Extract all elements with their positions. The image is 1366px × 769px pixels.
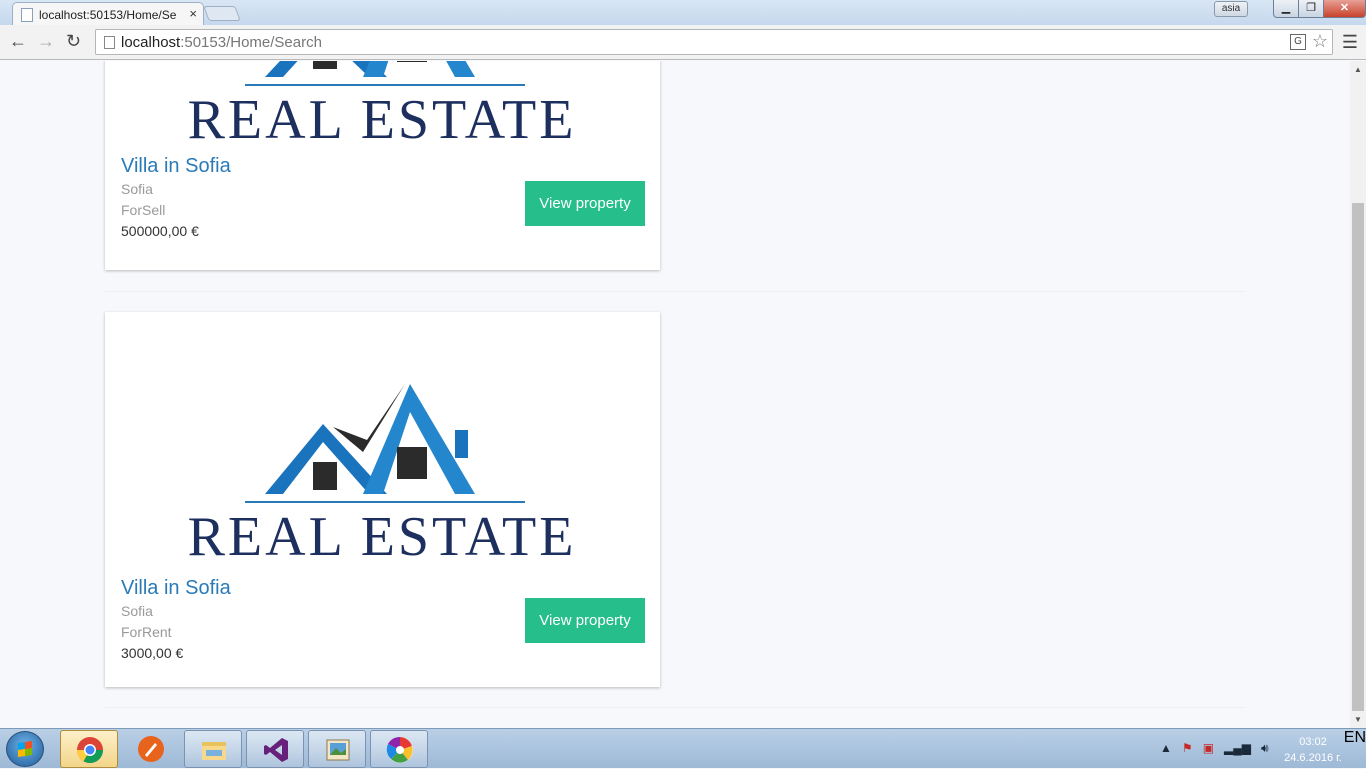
system-clock[interactable]: 03:02 24.6.2016 г. [1280, 734, 1346, 766]
tab-close-icon[interactable]: × [189, 6, 197, 21]
taskbar-rocket[interactable] [122, 730, 180, 768]
file-explorer-icon [202, 742, 226, 760]
start-button[interactable] [6, 731, 44, 767]
network-signal-icon: ▂▄▆ [1224, 741, 1252, 755]
real-estate-logo-icon: REAL ESTATE [188, 61, 577, 145]
window-close-button[interactable]: ✕ [1323, 0, 1366, 18]
listing-city: Sofia [121, 181, 153, 197]
show-hidden-icons-icon: ▲ [1160, 741, 1172, 755]
listing-title[interactable]: Villa in Sofia [121, 155, 231, 178]
photo-viewer-icon [326, 739, 350, 761]
taskbar-photo-viewer[interactable] [308, 730, 366, 768]
security-icon: ▣ [1202, 741, 1215, 755]
svg-text:REAL ESTATE: REAL ESTATE [188, 89, 577, 145]
property-card: REAL ESTATE Villa in Sofia Sofia ForSell… [105, 61, 660, 270]
listing-title[interactable]: Villa in Sofia [121, 577, 231, 600]
page-favicon-icon [21, 8, 33, 22]
listing-status: ForSell [121, 202, 166, 218]
listing-price: 500000,00 € [121, 223, 199, 239]
bookmark-star-icon[interactable]: ☆ [1312, 31, 1328, 52]
listing-city: Sofia [121, 603, 153, 619]
page-viewport: REAL ESTATE Villa in Sofia Sofia ForSell… [0, 61, 1350, 728]
system-tray-icons[interactable]: ▲ ⚑ ▣ ▂▄▆ 🔊︎ [1160, 741, 1269, 756]
scrollbar-thumb[interactable] [1352, 203, 1364, 711]
reload-icon[interactable]: ↻ [66, 31, 81, 52]
url-text[interactable]: localhost:50153/Home/Search [121, 34, 322, 51]
divider [105, 291, 1245, 292]
taskbar-chrome[interactable] [60, 730, 118, 768]
clock-time: 03:02 [1299, 736, 1327, 748]
translate-icon[interactable]: G [1290, 34, 1306, 50]
view-property-button[interactable]: View property [525, 181, 645, 226]
windows-taskbar: EN ▲ ⚑ ▣ ▂▄▆ 🔊︎ 03:02 24.6.2016 г. [0, 728, 1366, 768]
taskbar-explorer[interactable] [184, 730, 242, 768]
taskbar-visual-studio[interactable] [246, 730, 304, 768]
real-estate-logo-icon: REAL ESTATE [188, 384, 577, 562]
house-roof-icon [245, 61, 525, 86]
tab-title: localhost:50153/Home/Se [39, 8, 177, 22]
browser-titlebar: localhost:50153/Home/Se × asia ▁ ❐ ✕ [0, 0, 1366, 26]
back-icon[interactable]: ← [9, 31, 27, 52]
user-profile-badge[interactable]: asia [1214, 1, 1248, 17]
browser-tab[interactable]: localhost:50153/Home/Se × [12, 2, 204, 26]
minimize-button[interactable]: ▁ [1273, 0, 1299, 18]
property-image: REAL ESTATE [105, 312, 660, 562]
divider [105, 707, 1245, 708]
view-property-button[interactable]: View property [525, 598, 645, 643]
visual-studio-icon [264, 738, 288, 762]
picasa-icon [386, 736, 413, 763]
listing-price: 3000,00 € [121, 645, 184, 661]
chrome-icon [76, 737, 104, 764]
maximize-button[interactable]: ❐ [1298, 0, 1324, 18]
rocket-icon [138, 736, 164, 762]
scroll-down-icon[interactable]: ▼ [1354, 715, 1362, 724]
listing-status: ForRent [121, 624, 172, 640]
chrome-menu-icon[interactable]: ☰ [1342, 32, 1358, 53]
action-center-icon: ⚑ [1181, 741, 1193, 755]
clock-date: 24.6.2016 г. [1284, 752, 1342, 764]
language-indicator[interactable]: EN [1344, 729, 1366, 769]
browser-toolbar: ← → ↻ localhost:50153/Home/Search G ☆ ☰ [0, 25, 1366, 60]
house-roof-icon [245, 384, 525, 503]
property-card: REAL ESTATE Villa in Sofia Sofia ForRent… [105, 312, 660, 687]
svg-text:REAL ESTATE: REAL ESTATE [188, 506, 577, 562]
taskbar-picasa[interactable] [370, 730, 428, 768]
page-scrollbar[interactable]: ▲ ▼ [1350, 61, 1366, 728]
scroll-up-icon[interactable]: ▲ [1354, 65, 1362, 74]
address-bar[interactable]: localhost:50153/Home/Search G ☆ [95, 29, 1333, 55]
page-icon [104, 36, 115, 49]
volume-icon: 🔊︎ [1261, 741, 1269, 755]
property-image: REAL ESTATE [105, 61, 660, 145]
forward-icon[interactable]: → [37, 31, 55, 52]
new-tab-button[interactable] [203, 6, 241, 21]
